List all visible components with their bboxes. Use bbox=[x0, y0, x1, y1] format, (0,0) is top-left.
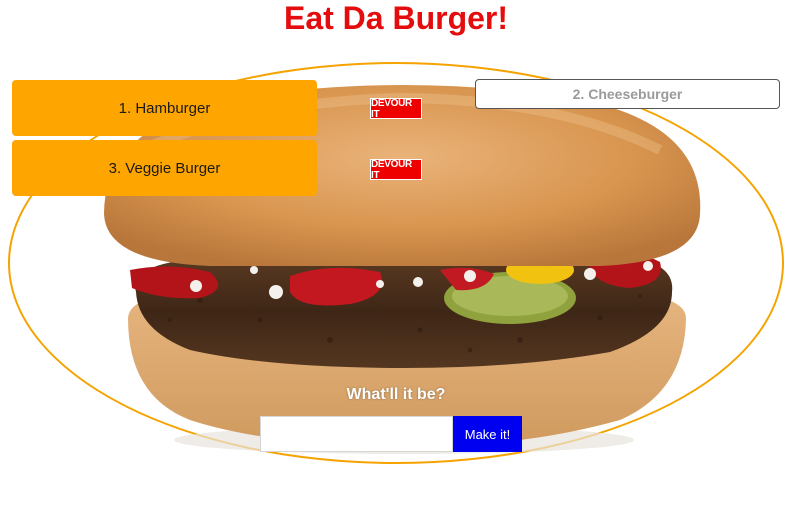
burger-name-input[interactable] bbox=[260, 416, 453, 452]
devour-button-hamburger[interactable]: DEVOUR IT bbox=[370, 98, 422, 120]
page-title: Eat Da Burger! bbox=[283, 0, 509, 36]
devoured-item-cheeseburger[interactable]: 2. Cheeseburger bbox=[475, 79, 780, 109]
make-it-button[interactable]: Make it! bbox=[453, 416, 522, 452]
burger-item-veggie-burger[interactable]: 3. Veggie Burger bbox=[12, 140, 317, 196]
devour-button-veggie-burger[interactable]: DEVOUR IT bbox=[370, 159, 422, 181]
page: Eat Da Burger! 1. Hamburger DEVOUR IT 3.… bbox=[0, 0, 812, 512]
burger-item-hamburger[interactable]: 1. Hamburger bbox=[12, 80, 317, 136]
form-prompt: What'll it be? bbox=[346, 386, 446, 403]
